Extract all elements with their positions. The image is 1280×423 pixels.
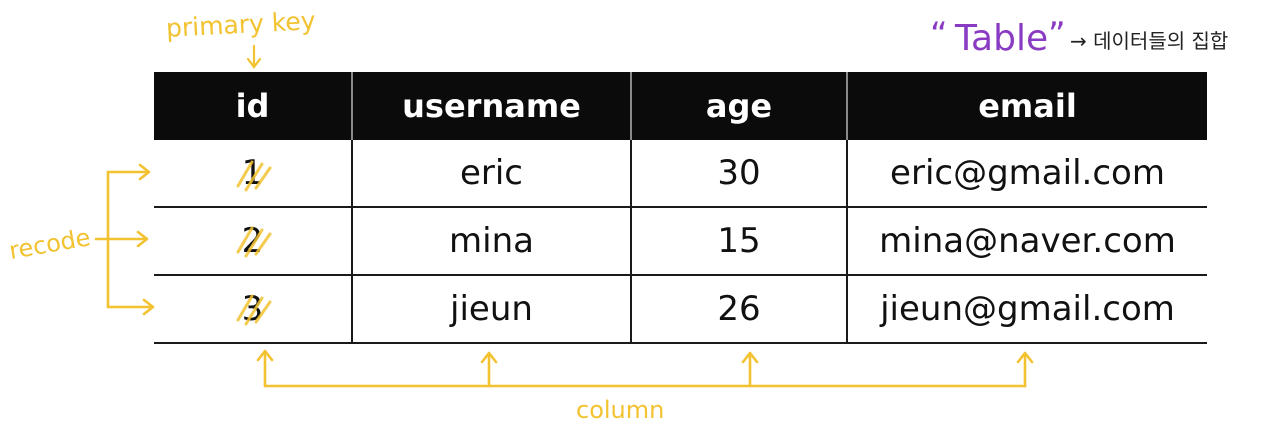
annotation-layer: primary key “ Table ” → 데이터들의 집합 recode [7, 6, 1228, 423]
primary-key-label: primary key [165, 6, 316, 43]
record-label: recode [7, 223, 93, 265]
column-label: column [576, 396, 664, 423]
record-bracket [94, 163, 155, 316]
primary-key-highlight [236, 160, 272, 326]
table-description: → 데이터들의 집합 [1070, 29, 1228, 53]
primary-key-arrow [246, 44, 262, 69]
table-title-label: Table [954, 18, 1048, 59]
table-quote-close: ” [1048, 15, 1066, 55]
diagram-canvas: id username age email 1 eric 30 eric@gma… [0, 0, 1280, 423]
table-quote-open: “ [930, 15, 948, 55]
column-bracket [256, 349, 1034, 388]
